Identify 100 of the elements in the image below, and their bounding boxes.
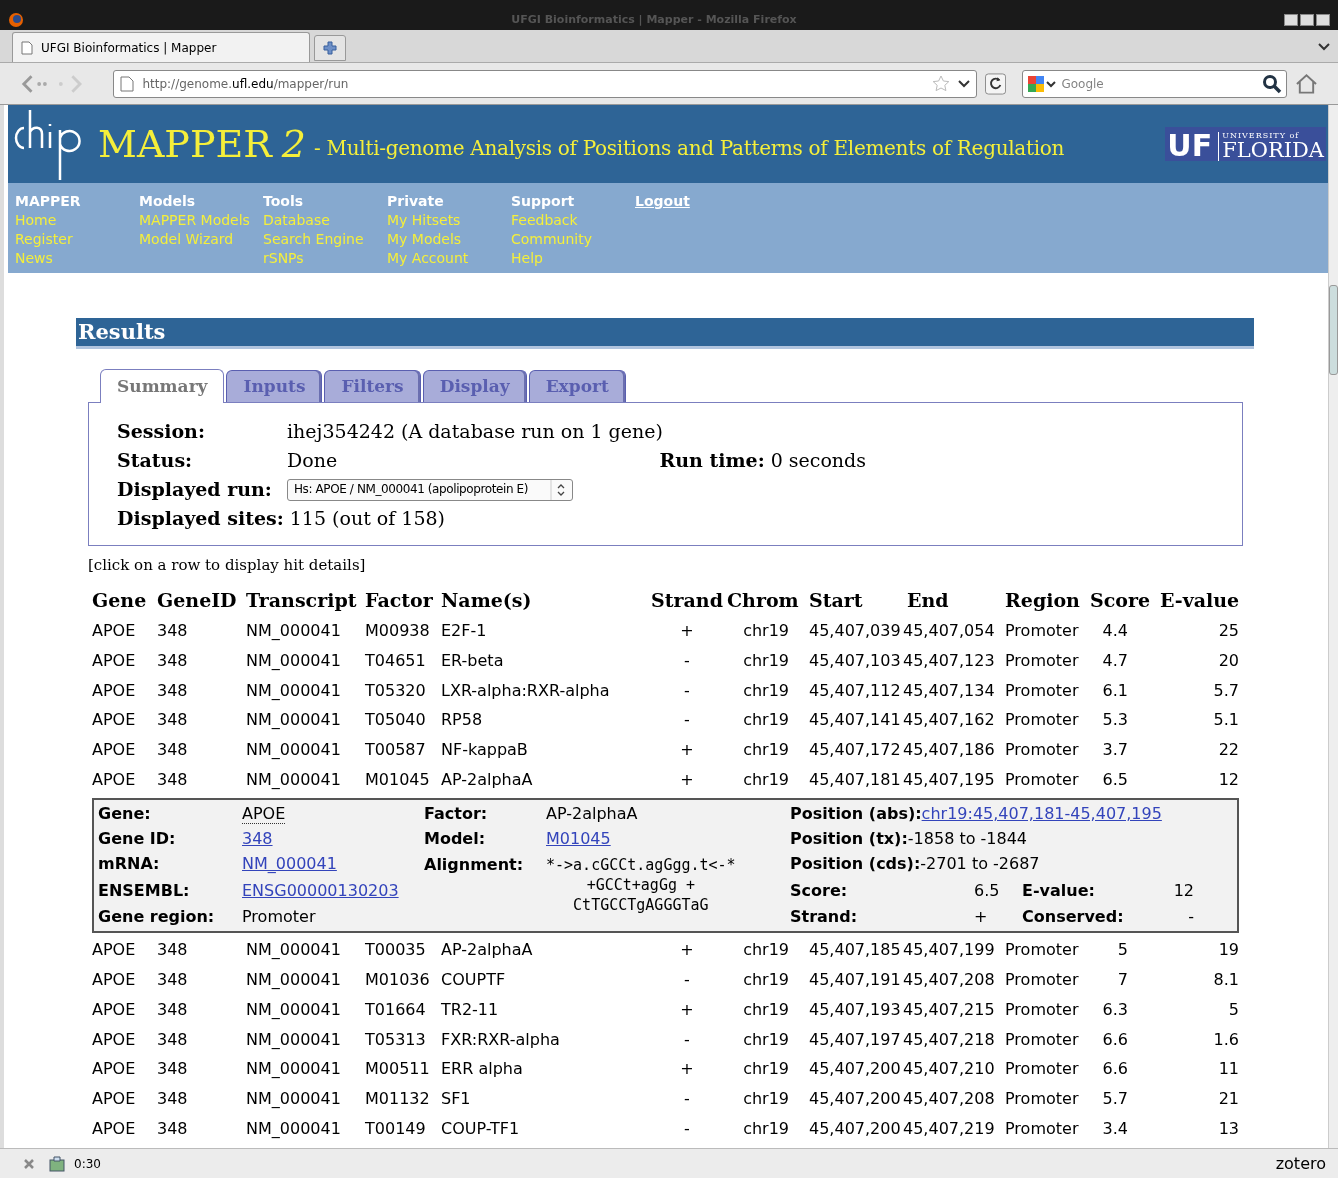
table-cell-text: 5.7 — [1101, 1087, 1129, 1110]
menu-heading: Models — [139, 192, 196, 211]
back-icon[interactable] — [20, 72, 49, 95]
detail-link[interactable]: 348 — [242, 827, 273, 852]
table-cell-text: chr19 — [742, 739, 790, 762]
menu-link[interactable]: Model Wizard — [139, 230, 234, 249]
close-icon[interactable] — [22, 1156, 36, 1171]
page-icon — [21, 40, 33, 55]
logout-link[interactable]: Logout — [635, 192, 690, 211]
scrollbar[interactable] — [1328, 105, 1338, 1148]
site-title: MAPPER — [98, 125, 272, 163]
timer-text: 0:30 — [74, 1155, 101, 1173]
home-icon[interactable] — [1295, 72, 1318, 95]
table-cell-text: chr19 — [742, 998, 790, 1021]
table-cell-text: Promoter — [1005, 1058, 1080, 1081]
detail-label: ENSEMBL: — [98, 879, 191, 902]
table-cell-text: + — [679, 998, 695, 1021]
chevron-down-icon[interactable] — [958, 78, 971, 89]
menu-link[interactable]: MAPPER Models — [139, 211, 250, 230]
table-cell-text: 4.7 — [1101, 650, 1129, 673]
menu-link[interactable]: Database — [263, 211, 330, 230]
table-cell-text: 45,407,134 — [903, 679, 996, 702]
table-cell-text: NM_000041 — [246, 709, 342, 732]
tab[interactable]: Inputs — [226, 370, 323, 402]
maximize-icon[interactable] — [1300, 14, 1314, 26]
table-cell-text: 45,407,103 — [809, 650, 902, 673]
column-header: Chrom — [727, 588, 800, 614]
minimize-icon[interactable] — [1284, 14, 1298, 26]
search-field[interactable]: Google — [1022, 69, 1288, 98]
table-cell-text: APOE — [92, 939, 137, 962]
table-cell-text: T00035 — [365, 939, 427, 962]
menu-link[interactable]: My Hitsets — [387, 211, 461, 230]
hint-text: [click on a row to display hit details] — [88, 555, 367, 576]
tab[interactable]: Filters — [324, 370, 421, 402]
table-cell-text: + — [679, 620, 695, 643]
column-header: Name(s) — [441, 588, 533, 614]
table-cell-text: 6.3 — [1101, 998, 1129, 1021]
new-tab-button[interactable] — [314, 35, 346, 61]
table-cell-text: 1.6 — [1212, 1028, 1239, 1051]
table-cell-text: - — [683, 709, 691, 732]
table-cell-text: AP-2alphaA — [441, 939, 534, 962]
url-text: http://genome.ufl.edu/mapper/run — [142, 75, 350, 93]
chevron-down-icon[interactable] — [1318, 42, 1330, 52]
menu-link[interactable]: Search Engine — [263, 230, 364, 249]
menu-link[interactable]: Community — [511, 230, 593, 249]
reload-icon[interactable] — [985, 72, 1007, 95]
detail-link[interactable]: M01045 — [546, 827, 611, 852]
table-cell-text: 22 — [1217, 739, 1239, 762]
table-cell-text: 45,407,191 — [809, 969, 902, 992]
column-header: Factor — [365, 588, 434, 614]
column-header: End — [906, 588, 950, 614]
clipboard-icon[interactable] — [48, 1154, 66, 1173]
menu-link[interactable]: My Models — [387, 230, 462, 249]
menu-link[interactable]: Help — [511, 249, 543, 268]
detail-link[interactable]: ENSG00000130203 — [242, 878, 399, 903]
detail-label: Position (tx): — [790, 828, 908, 851]
table-cell-text: 6.6 — [1101, 1058, 1129, 1081]
table-cell-text: chr19 — [742, 969, 790, 992]
menu-link[interactable]: rSNPs — [263, 249, 304, 268]
detail-value: Promoter — [242, 906, 316, 929]
tab[interactable]: Export — [528, 370, 626, 402]
table-cell-text: 45,407,200 — [809, 1058, 902, 1081]
address-bar[interactable]: http://genome.ufl.edu/mapper/run — [113, 69, 978, 98]
plus-icon — [323, 41, 337, 55]
menu-link[interactable]: Home — [15, 211, 57, 230]
table-cell-text: 4.4 — [1101, 620, 1129, 643]
table-cell-text: 5.7 — [1212, 679, 1239, 702]
zotero-label[interactable]: zotero — [1275, 1151, 1326, 1176]
table-cell-text: M00938 — [365, 620, 431, 643]
tab[interactable]: Summary — [100, 369, 225, 403]
table-cell-text: chr19 — [742, 939, 790, 962]
table-cell-text: APOE — [92, 650, 137, 673]
menu-link[interactable]: News — [15, 249, 53, 268]
detail-label: Factor: — [424, 803, 489, 826]
table-cell-text: COUPTF — [441, 969, 507, 992]
table-cell-text: - — [683, 1117, 691, 1140]
table-cell-text: chr19 — [742, 1058, 790, 1081]
close-icon[interactable] — [1316, 14, 1330, 26]
browser-tab[interactable]: UFGI Bioinformatics | Mapper — [12, 32, 310, 62]
table-cell-text: Promoter — [1005, 709, 1080, 732]
search-input[interactable]: Google — [1061, 74, 1259, 93]
detail-link[interactable]: NM_000041 — [242, 852, 337, 877]
detail-label: Score: — [790, 879, 849, 902]
table-cell-text: APOE — [92, 1028, 137, 1051]
detail-label: E-value: — [1022, 879, 1096, 902]
detail-link[interactable]: chr19:45,407,181-45,407,195 — [921, 802, 1162, 827]
table-cell-text: - — [683, 650, 691, 673]
table-cell-text: - — [683, 1087, 691, 1110]
star-icon[interactable] — [932, 75, 951, 92]
menu-link[interactable]: Feedback — [511, 211, 578, 230]
table-cell-text: 348 — [157, 679, 189, 702]
search-icon[interactable] — [1262, 73, 1283, 94]
run-dropdown[interactable]: Hs: APOE / NM_000041 (apolipoprotein E) — [287, 478, 573, 501]
column-header: E-value — [1160, 588, 1239, 614]
menu-link[interactable]: Register — [15, 230, 73, 249]
search-engine-icon[interactable] — [1027, 74, 1058, 93]
table-cell-text: NM_000041 — [246, 768, 342, 791]
table-cell-text: 6.6 — [1101, 1028, 1129, 1051]
tab[interactable]: Display — [422, 370, 527, 402]
menu-link[interactable]: My Account — [387, 249, 469, 268]
